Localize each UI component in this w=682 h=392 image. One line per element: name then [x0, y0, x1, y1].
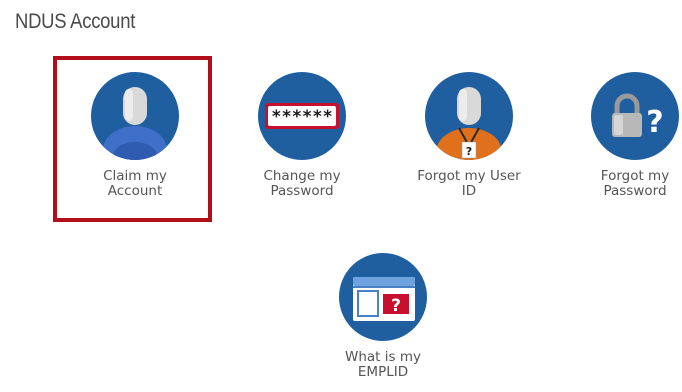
badge-question-text: ?: [466, 145, 472, 158]
user-badge-icon: ?: [425, 72, 513, 160]
forgot-id-label-line1: Forgot my User: [417, 168, 521, 184]
forgot-id-label-line2: ID: [461, 183, 477, 199]
forgot-pw-label-line2: Password: [603, 183, 667, 199]
id-card-question-icon: ?: [339, 253, 427, 341]
emplid-label-line1: What is my: [345, 349, 421, 365]
forgot-user-id-tile[interactable]: ? Forgot my User ID: [404, 72, 534, 199]
page-title: NDUS Account: [15, 10, 136, 33]
claim-label-line1: Claim my: [103, 168, 167, 184]
change-label-line1: Change my: [263, 168, 341, 184]
change-label-line2: Password: [270, 183, 334, 199]
forgot-pw-label-line1: Forgot my: [600, 168, 670, 184]
claim-account-tile[interactable]: Claim my Account: [70, 72, 200, 199]
password-mask-text: ******: [271, 107, 332, 127]
change-password-tile[interactable]: ****** Change my Password: [237, 72, 367, 199]
emplid-tile[interactable]: ? What is my EMPLID: [318, 253, 448, 380]
user-avatar-icon: [91, 72, 179, 160]
card-question-text: ?: [391, 296, 401, 316]
lock-question-text: ?: [646, 105, 663, 140]
emplid-label-line2: EMPLID: [357, 364, 409, 380]
forgot-password-tile[interactable]: ? Forgot my Password: [570, 72, 682, 199]
password-field-icon: ******: [258, 72, 346, 160]
lock-question-icon: ?: [591, 72, 679, 160]
claim-label-line2: Account: [107, 183, 163, 199]
